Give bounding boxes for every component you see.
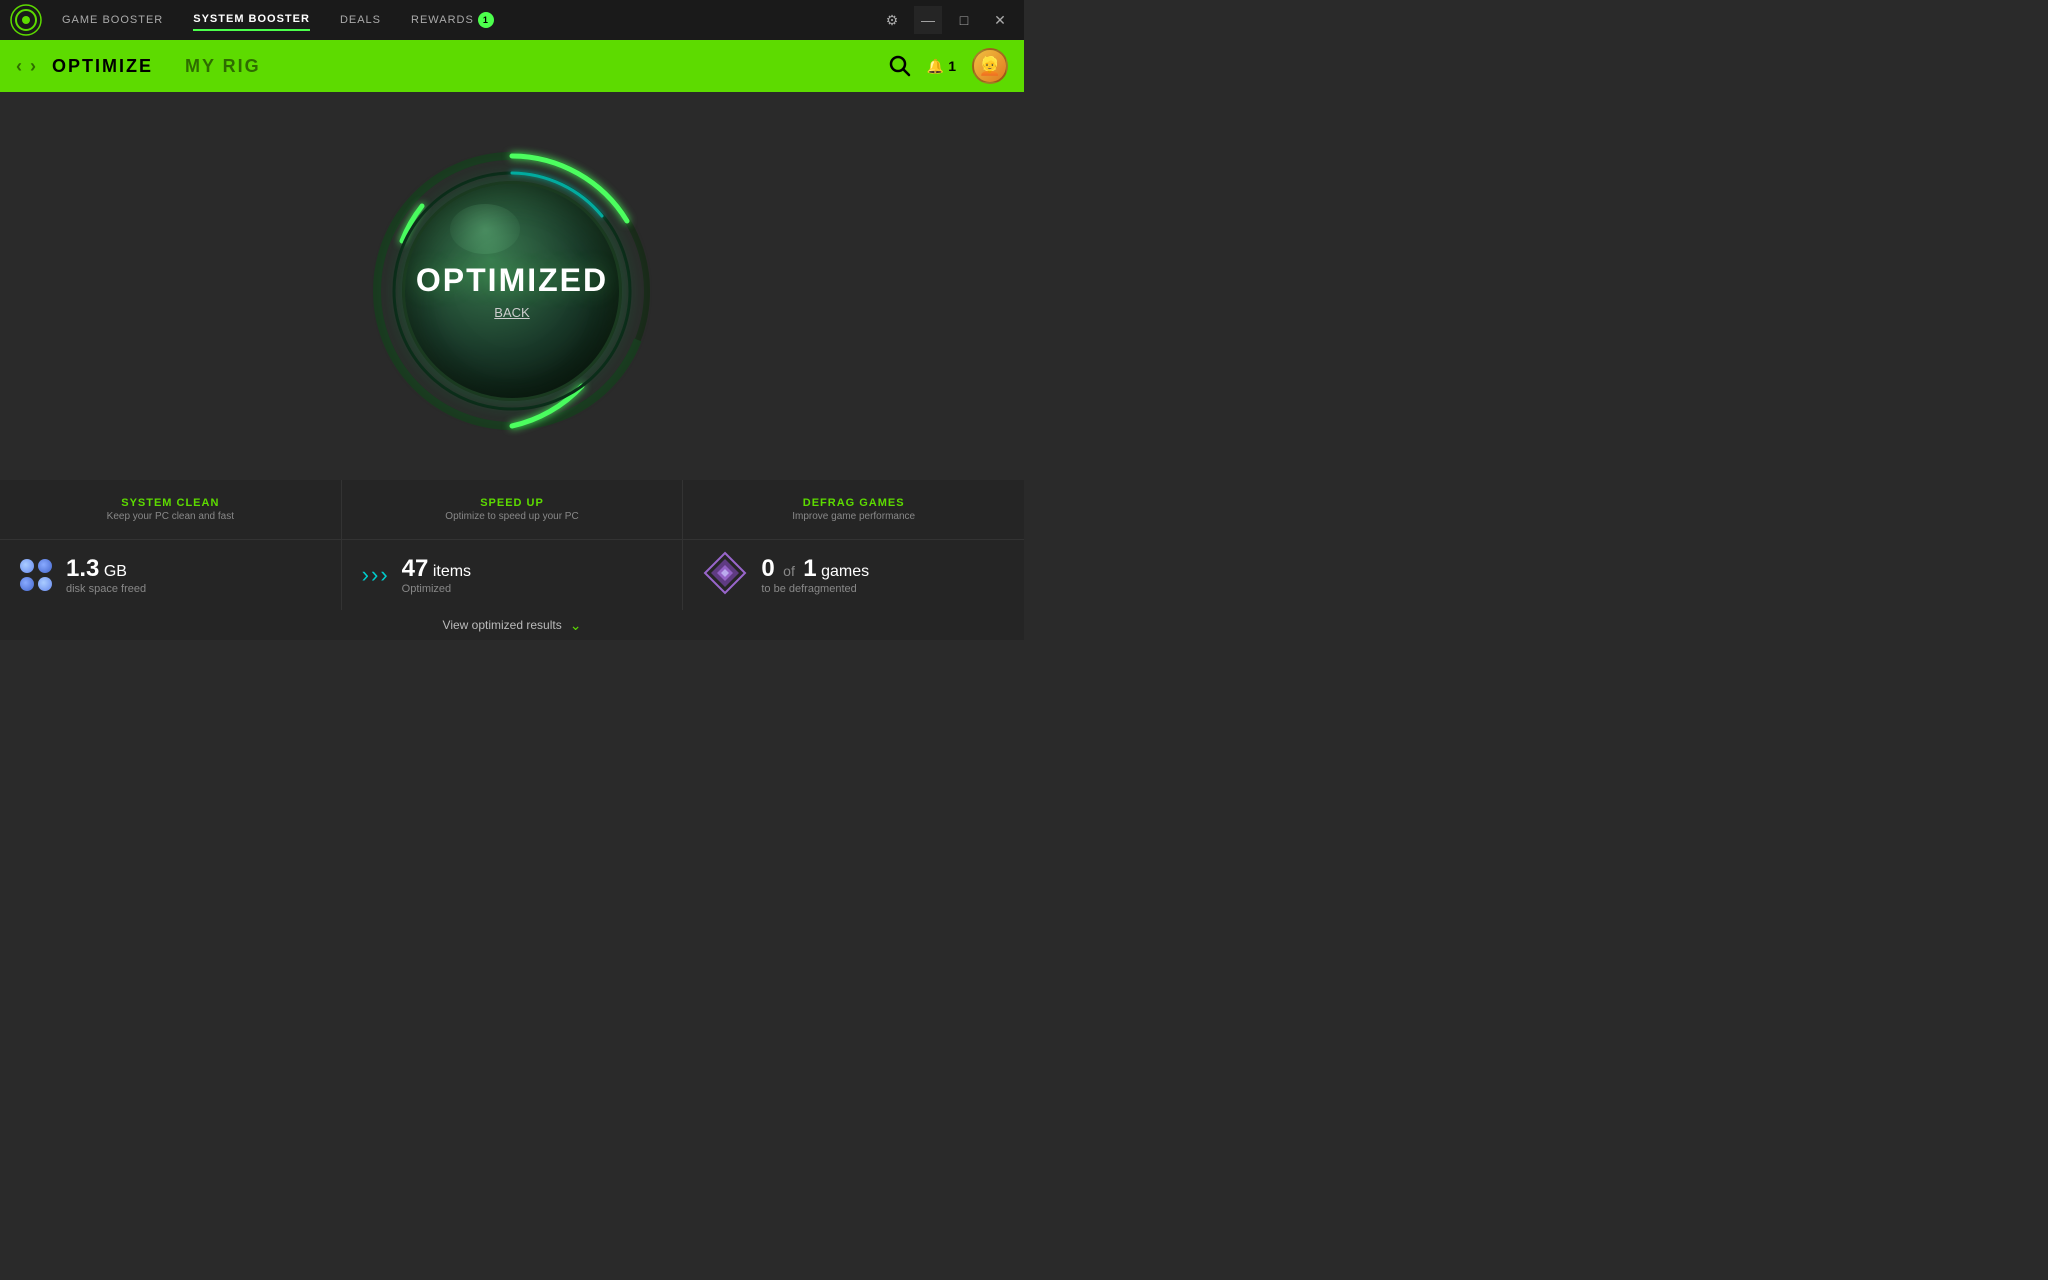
- dot-2: [38, 559, 52, 573]
- sub-header: ‹ › OPTIMIZE MY RIG 🔔 1 👱: [0, 40, 1024, 92]
- avatar: 👱: [972, 48, 1008, 84]
- bottom-area: SYSTEM CLEAN Keep your PC clean and fast…: [0, 480, 1024, 640]
- forward-arrow[interactable]: ›: [30, 56, 36, 77]
- view-results-label: View optimized results: [443, 618, 562, 632]
- search-button[interactable]: [889, 55, 911, 77]
- system-clean-desc: Keep your PC clean and fast: [107, 511, 234, 522]
- window-controls: ⚙ — □ ✕: [878, 6, 1014, 34]
- maximize-button[interactable]: □: [950, 6, 978, 34]
- back-arrow[interactable]: ‹: [16, 56, 22, 77]
- sub-nav-items: OPTIMIZE MY RIG: [52, 56, 261, 77]
- notification-count: 1: [948, 58, 956, 74]
- title-bar: GAME BOOSTER SYSTEM BOOSTER DEALS REWARD…: [0, 0, 1024, 40]
- games-sublabel: to be defragmented: [761, 583, 869, 595]
- disk-unit: GB: [104, 563, 127, 580]
- games-total: 1: [803, 555, 816, 582]
- avatar-button[interactable]: 👱: [972, 48, 1008, 84]
- tab-optimize[interactable]: OPTIMIZE: [52, 56, 153, 77]
- tab-my-rig[interactable]: MY RIG: [185, 56, 261, 77]
- speed-icon: › › ›: [362, 562, 388, 588]
- stats-cards: SYSTEM CLEAN Keep your PC clean and fast…: [0, 480, 1024, 540]
- items-unit: items: [433, 563, 471, 580]
- stat-card-speed-up: SPEED UP Optimize to speed up your PC: [342, 480, 684, 539]
- disk-number: 1.3: [66, 555, 99, 582]
- stats-values: 1.3 GB disk space freed › › › 47 items O…: [0, 540, 1024, 610]
- settings-button[interactable]: ⚙: [878, 6, 906, 34]
- nav-rewards[interactable]: REWARDS1: [411, 8, 494, 32]
- notification-button[interactable]: 🔔 1: [927, 58, 956, 75]
- dot-1: [20, 559, 34, 573]
- back-link[interactable]: BACK: [494, 305, 529, 320]
- close-button[interactable]: ✕: [986, 6, 1014, 34]
- optimized-label: OPTIMIZED: [416, 262, 608, 299]
- defrag-title: DEFRAG GAMES: [803, 497, 905, 509]
- disk-sublabel: disk space freed: [66, 583, 146, 595]
- nav-items: GAME BOOSTER SYSTEM BOOSTER DEALS REWARD…: [62, 8, 878, 32]
- games-number: 0: [761, 555, 774, 582]
- stat-card-system-clean: SYSTEM CLEAN Keep your PC clean and fast: [0, 480, 342, 539]
- rewards-badge: 1: [478, 12, 494, 28]
- stat-value-items: › › › 47 items Optimized: [342, 540, 684, 610]
- nav-game-booster[interactable]: GAME BOOSTER: [62, 10, 163, 30]
- stat-card-defrag: DEFRAG GAMES Improve game performance: [683, 480, 1024, 539]
- arrow-1: ›: [362, 562, 369, 588]
- main-content: OPTIMIZED BACK: [0, 92, 1024, 480]
- view-results-chevron: ⌄: [570, 617, 582, 634]
- system-clean-title: SYSTEM CLEAN: [121, 497, 219, 509]
- items-number: 47: [402, 555, 429, 582]
- speed-up-title: SPEED UP: [480, 497, 544, 509]
- defrag-desc: Improve game performance: [792, 511, 915, 522]
- app-logo: [10, 4, 42, 36]
- arrow-2: ›: [371, 562, 378, 588]
- arrow-3: ›: [380, 562, 387, 588]
- of-label: of: [783, 563, 795, 579]
- defrag-icon: [703, 551, 747, 600]
- view-results-button[interactable]: View optimized results ⌄: [0, 610, 1024, 640]
- dot-4: [38, 577, 52, 591]
- games-unit: games: [821, 563, 869, 580]
- sub-header-right: 🔔 1 👱: [889, 48, 1008, 84]
- nav-system-booster[interactable]: SYSTEM BOOSTER: [193, 9, 310, 31]
- nav-deals[interactable]: DEALS: [340, 10, 381, 30]
- optimized-container: OPTIMIZED BACK: [362, 141, 662, 441]
- items-sublabel: Optimized: [402, 583, 471, 595]
- dot-3: [20, 577, 34, 591]
- speed-up-desc: Optimize to speed up your PC: [445, 511, 578, 522]
- nav-arrows: ‹ ›: [16, 56, 36, 77]
- minimize-button[interactable]: —: [914, 6, 942, 34]
- status-circle[interactable]: OPTIMIZED BACK: [402, 181, 622, 401]
- stat-value-games: 0 of 1 games to be defragmented: [683, 540, 1024, 610]
- stat-value-disk: 1.3 GB disk space freed: [0, 540, 342, 610]
- disk-icon: [20, 559, 52, 591]
- notification-icon: 🔔: [927, 58, 944, 75]
